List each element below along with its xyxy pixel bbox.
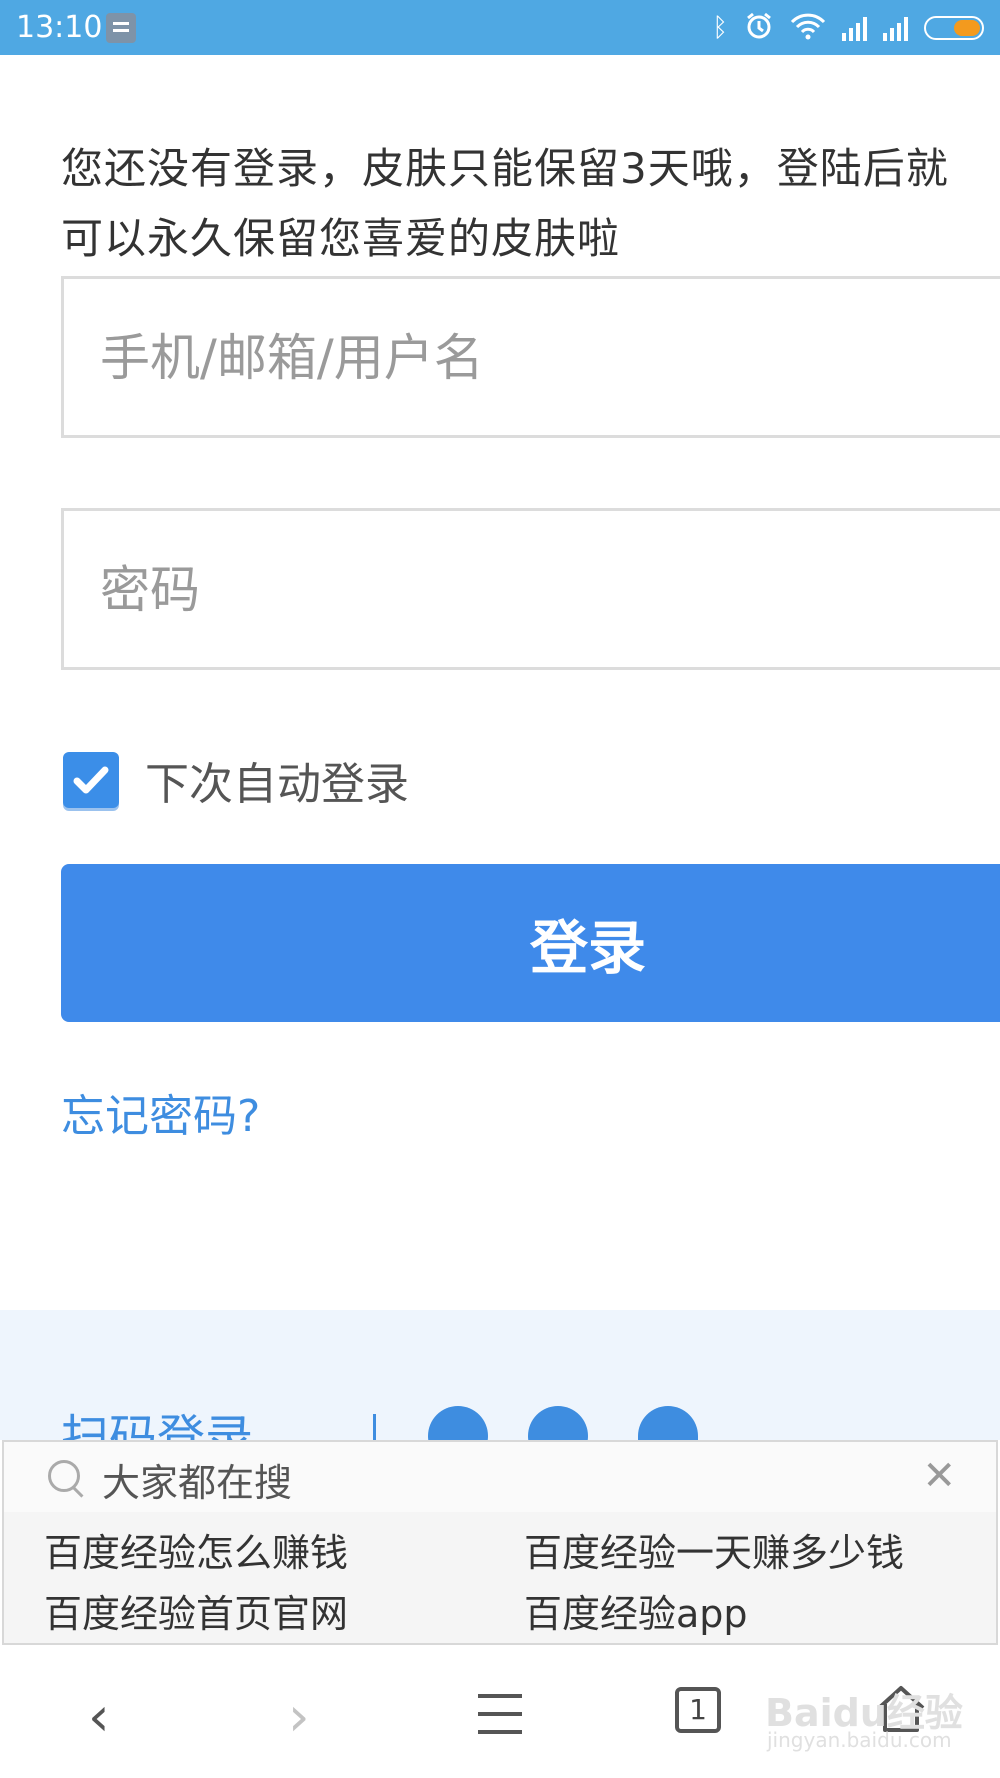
- password-input[interactable]: [98, 511, 962, 669]
- auto-login-checkbox[interactable]: [63, 752, 119, 808]
- weibo-icon[interactable]: [428, 1406, 488, 1440]
- suggestion-item[interactable]: 百度经验首页官网: [44, 1583, 348, 1638]
- separator: [373, 1414, 376, 1440]
- login-button[interactable]: 登录: [61, 864, 1000, 1022]
- back-icon[interactable]: ‹: [88, 1690, 110, 1744]
- username-field-box: [61, 276, 1000, 438]
- check-icon: [73, 766, 109, 794]
- forward-icon[interactable]: ›: [288, 1690, 310, 1744]
- alt-login-band: 扫码登录: [0, 1310, 1000, 1440]
- tabs-icon[interactable]: 1: [675, 1687, 721, 1733]
- search-icon: [48, 1460, 80, 1492]
- status-icons: ᛒ: [712, 8, 984, 48]
- signal-icon: [842, 15, 867, 41]
- auto-login-label: 下次自动登录: [145, 759, 409, 810]
- battery-icon: [924, 16, 984, 40]
- password-field-box: [61, 508, 1000, 670]
- notification-icon: [106, 13, 136, 43]
- qq-icon[interactable]: [638, 1406, 698, 1440]
- username-input[interactable]: [98, 279, 962, 437]
- auto-login-option[interactable]: 下次自动登录: [63, 750, 409, 810]
- search-suggestion-panel: 大家都在搜 ✕ 百度经验怎么赚钱 百度经验一天赚多少钱 百度经验首页官网 百度经…: [2, 1440, 998, 1645]
- suggestion-item[interactable]: 百度经验怎么赚钱: [44, 1522, 348, 1577]
- suggestion-item[interactable]: 百度经验一天赚多少钱: [524, 1522, 904, 1577]
- suggestion-title: 大家都在搜: [102, 1461, 293, 1505]
- forgot-password-link[interactable]: 忘记密码?: [61, 1080, 260, 1144]
- status-time: 13:10: [16, 10, 103, 45]
- wechat-icon[interactable]: [528, 1406, 588, 1440]
- close-icon[interactable]: ✕: [922, 1456, 956, 1496]
- qr-login-link[interactable]: 扫码登录: [61, 1398, 253, 1440]
- signal-icon: [883, 15, 908, 41]
- status-bar: 13:10 ᛒ: [0, 0, 1000, 55]
- bluetooth-icon: ᛒ: [712, 13, 728, 43]
- alarm-icon: [744, 11, 774, 45]
- watermark-url: jingyan.baidu.com: [767, 1728, 952, 1752]
- suggestion-item[interactable]: 百度经验app: [524, 1583, 748, 1638]
- login-notice: 您还没有登录，皮肤只能保留3天哦，登陆后就可以永久保留您喜爱的皮肤啦: [61, 144, 949, 263]
- suggestion-header: 大家都在搜 ✕: [4, 1442, 996, 1512]
- menu-icon[interactable]: [476, 1692, 524, 1740]
- wifi-icon: [790, 12, 826, 44]
